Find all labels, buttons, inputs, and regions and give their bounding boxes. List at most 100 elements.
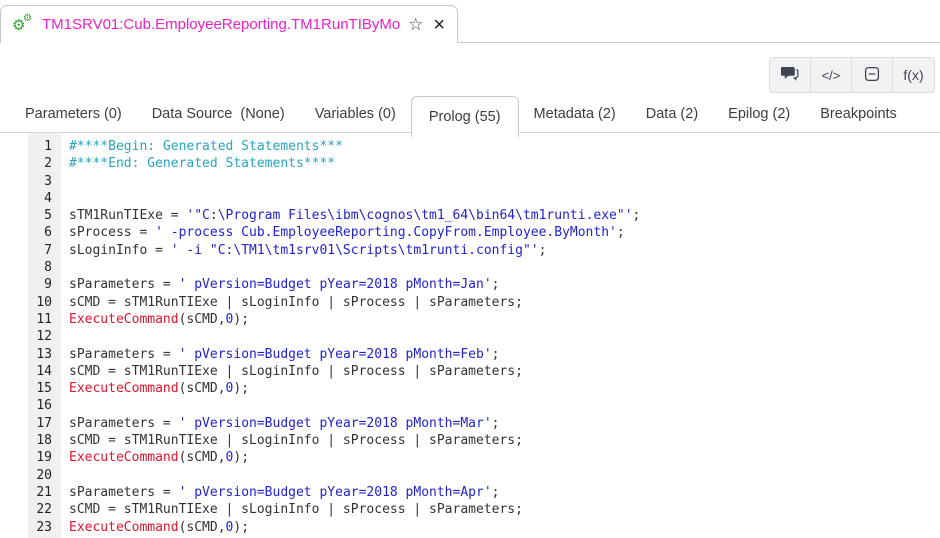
- line-number[interactable]: 1: [0, 138, 61, 155]
- line-number[interactable]: 8: [0, 259, 61, 276]
- collapse-sections-button[interactable]: [852, 58, 893, 92]
- code-text[interactable]: sCMD = sTM1RunTIExe | sLoginInfo | sProc…: [61, 501, 940, 518]
- line-number[interactable]: 10: [0, 294, 61, 311]
- comments-button[interactable]: [770, 58, 811, 92]
- code-line[interactable]: 17sParameters = ' pVersion=Budget pYear=…: [0, 415, 940, 432]
- line-number[interactable]: 12: [0, 328, 61, 345]
- line-number[interactable]: 7: [0, 242, 61, 259]
- line-number[interactable]: 17: [0, 415, 61, 432]
- close-tab-icon[interactable]: ×: [433, 15, 445, 35]
- document-tab[interactable]: ⚙ ⚙ TM1SRV01:Cub.EmployeeReporting.TM1Ru…: [0, 5, 458, 43]
- line-number[interactable]: 9: [0, 276, 61, 293]
- token-plain: sParameters =: [69, 485, 179, 500]
- code-text[interactable]: sParameters = ' pVersion=Budget pYear=20…: [61, 415, 940, 432]
- code-text[interactable]: sLoginInfo = ' -i "C:\TM1\tm1srv01\Scrip…: [61, 242, 940, 259]
- line-number[interactable]: 13: [0, 346, 61, 363]
- code-line[interactable]: 11ExecuteCommand(sCMD,0);: [0, 311, 940, 328]
- code-text[interactable]: sTM1RunTIExe = '"C:\Program Files\ibm\co…: [61, 207, 940, 224]
- code-line[interactable]: 12: [0, 328, 940, 345]
- code-text[interactable]: ExecuteCommand(sCMD,0);: [61, 311, 940, 328]
- code-line[interactable]: 8: [0, 259, 940, 276]
- code-text[interactable]: sParameters = ' pVersion=Budget pYear=20…: [61, 276, 940, 293]
- tab-breakpoints[interactable]: Breakpoints: [805, 97, 912, 132]
- line-number[interactable]: 19: [0, 449, 61, 466]
- line-number[interactable]: 4: [0, 190, 61, 207]
- tab-data-source-none[interactable]: Data Source (None): [137, 97, 300, 132]
- code-line[interactable]: 15ExecuteCommand(sCMD,0);: [0, 380, 940, 397]
- code-line[interactable]: 20: [0, 467, 940, 484]
- code-text[interactable]: ExecuteCommand(sCMD,0);: [61, 449, 940, 466]
- code-text[interactable]: ExecuteCommand(sCMD,0);: [61, 519, 940, 536]
- code-line[interactable]: 1#****Begin: Generated Statements***: [0, 138, 940, 155]
- line-number[interactable]: 22: [0, 501, 61, 518]
- code-text[interactable]: sCMD = sTM1RunTIExe | sLoginInfo | sProc…: [61, 432, 940, 449]
- code-line[interactable]: 2#****End: Generated Statements****: [0, 155, 940, 172]
- code-line[interactable]: 6sProcess = ' -process Cub.EmployeeRepor…: [0, 224, 940, 241]
- line-number[interactable]: 23: [0, 519, 61, 536]
- function-helper-button[interactable]: f(x): [893, 58, 934, 92]
- code-text[interactable]: sCMD = sTM1RunTIExe | sLoginInfo | sProc…: [61, 294, 940, 311]
- line-number[interactable]: 20: [0, 467, 61, 484]
- code-text[interactable]: sCMD = sTM1RunTIExe | sLoginInfo | sProc…: [61, 363, 940, 380]
- code-line[interactable]: 10 sCMD = sTM1RunTIExe | sLoginInfo | sPr…: [0, 294, 940, 311]
- line-number[interactable]: 5: [0, 207, 61, 224]
- line-number[interactable]: 21: [0, 484, 61, 501]
- token-plain: );: [233, 520, 249, 535]
- code-text[interactable]: #****End: Generated Statements****: [61, 155, 940, 172]
- token-func: ExecuteCommand: [69, 450, 179, 465]
- code-text[interactable]: ExecuteCommand(sCMD,0);: [61, 380, 940, 397]
- tab-prolog-55[interactable]: Prolog (55): [411, 96, 519, 137]
- code-line[interactable]: 13sParameters = ' pVersion=Budget pYear=…: [0, 346, 940, 363]
- code-line[interactable]: 14 sCMD = sTM1RunTIExe | sLoginInfo | sPr…: [0, 363, 940, 380]
- code-line[interactable]: 19ExecuteCommand(sCMD,0);: [0, 449, 940, 466]
- code-text[interactable]: [61, 190, 940, 207]
- comments-icon: [781, 66, 800, 84]
- tab-metadata-2[interactable]: Metadata (2): [519, 97, 631, 132]
- code-text[interactable]: sParameters = ' pVersion=Budget pYear=20…: [61, 484, 940, 501]
- tab-epilog-2[interactable]: Epilog (2): [713, 97, 805, 132]
- line-number[interactable]: 3: [0, 173, 61, 190]
- code-text[interactable]: [61, 397, 940, 414]
- code-line[interactable]: 3: [0, 173, 940, 190]
- tab-variables-0[interactable]: Variables (0): [300, 97, 411, 132]
- code-line[interactable]: 22sCMD = sTM1RunTIExe | sLoginInfo | sPr…: [0, 501, 940, 518]
- code-line[interactable]: 18sCMD = sTM1RunTIExe | sLoginInfo | sPr…: [0, 432, 940, 449]
- section-tab-bar: Parameters (0)Data Source (None)Variable…: [0, 96, 940, 133]
- token-string: ' pVersion=Budget pYear=2018 pMonth=Jan': [179, 277, 492, 292]
- code-text[interactable]: [61, 467, 940, 484]
- code-text[interactable]: [61, 328, 940, 345]
- code-text[interactable]: sProcess = ' -process Cub.EmployeeReport…: [61, 224, 940, 241]
- line-number[interactable]: 14: [0, 363, 61, 380]
- line-number[interactable]: 15: [0, 380, 61, 397]
- code-line[interactable]: 4: [0, 190, 940, 207]
- token-func: ExecuteCommand: [69, 520, 179, 535]
- code-line[interactable]: 7sLoginInfo = ' -i "C:\TM1\tm1srv01\Scri…: [0, 242, 940, 259]
- code-view-button[interactable]: </>: [811, 58, 852, 92]
- code-line[interactable]: 23ExecuteCommand(sCMD,0);: [0, 519, 940, 536]
- tab-data-2[interactable]: Data (2): [631, 97, 713, 132]
- token-plain: sParameters =: [69, 347, 179, 362]
- token-plain: sTM1RunTIExe =: [69, 208, 186, 223]
- line-number[interactable]: 18: [0, 432, 61, 449]
- code-text[interactable]: [61, 173, 940, 190]
- code-line[interactable]: 21sParameters = ' pVersion=Budget pYear=…: [0, 484, 940, 501]
- fx-icon: f(x): [903, 67, 923, 83]
- token-plain: sProcess =: [69, 225, 155, 240]
- code-line[interactable]: 5sTM1RunTIExe = '"C:\Program Files\ibm\c…: [0, 207, 940, 224]
- code-text[interactable]: #****Begin: Generated Statements***: [61, 138, 940, 155]
- code-text[interactable]: sParameters = ' pVersion=Budget pYear=20…: [61, 346, 940, 363]
- line-number[interactable]: 16: [0, 397, 61, 414]
- token-plain: (sCMD,: [179, 381, 226, 396]
- favorite-star-icon[interactable]: ☆: [408, 16, 423, 33]
- code-text[interactable]: [61, 259, 940, 276]
- line-number[interactable]: 11: [0, 311, 61, 328]
- code-line[interactable]: 9sParameters = ' pVersion=Budget pYear=2…: [0, 276, 940, 293]
- line-number[interactable]: 2: [0, 155, 61, 172]
- tab-parameters-0[interactable]: Parameters (0): [10, 97, 137, 132]
- code-line[interactable]: 16: [0, 397, 940, 414]
- token-plain: sCMD = sTM1RunTIExe | sLoginInfo | sProc…: [69, 295, 523, 310]
- token-plain: sCMD = sTM1RunTIExe | sLoginInfo | sProc…: [69, 364, 523, 379]
- line-number[interactable]: 6: [0, 224, 61, 241]
- token-plain: sParameters =: [69, 416, 179, 431]
- code-editor[interactable]: 1#****Begin: Generated Statements***2#**…: [0, 133, 940, 538]
